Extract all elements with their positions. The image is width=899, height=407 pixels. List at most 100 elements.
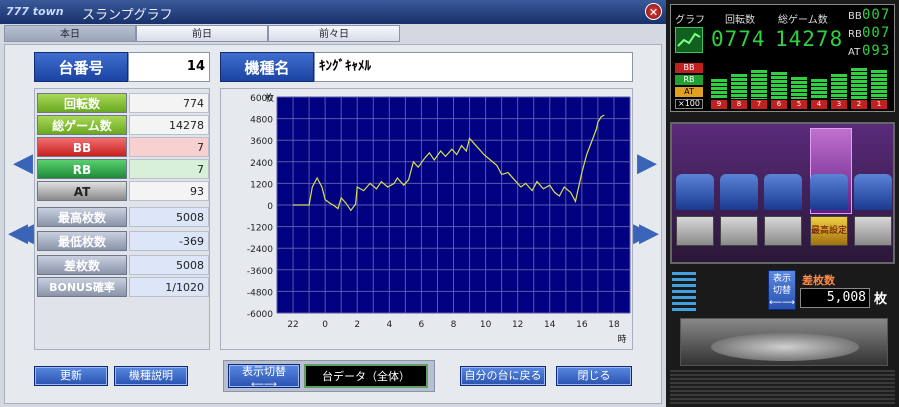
history-bar bbox=[751, 70, 767, 99]
stat-label: 最低枚数 bbox=[37, 231, 127, 251]
stat-value: 774 bbox=[129, 93, 209, 113]
tab-two-days-ago[interactable]: 前々日 bbox=[268, 25, 400, 42]
reel bbox=[854, 174, 892, 210]
x-tick-label: 2 bbox=[354, 320, 360, 330]
speaker-grill bbox=[670, 370, 895, 404]
scale-icon bbox=[672, 272, 696, 312]
slump-graph-window: 777 town スランプグラフ ✕ 本日 前日 前々日 台番号 14 機種名 … bbox=[0, 0, 666, 407]
lamp-panel bbox=[720, 216, 758, 246]
app-logo: 777 town bbox=[6, 5, 64, 18]
machine-model-label: 機種名 bbox=[220, 52, 314, 82]
y-tick-label: 3600 bbox=[250, 137, 273, 147]
x-tick-label: 14 bbox=[544, 320, 556, 330]
title-bar: 777 town スランプグラフ ✕ bbox=[0, 0, 666, 24]
stat-value: -369 bbox=[129, 231, 209, 251]
tab-yesterday[interactable]: 前日 bbox=[136, 25, 268, 42]
update-button[interactable]: 更新 bbox=[34, 366, 108, 386]
machine-model-value: ｷﾝｸﾞｷｬﾒﾙ bbox=[314, 52, 633, 82]
first-arrow-icon[interactable]: ◀◀ bbox=[8, 218, 34, 248]
prev-arrow-icon[interactable]: ◀ bbox=[13, 148, 33, 178]
lamp-panel bbox=[676, 216, 714, 246]
tab-today[interactable]: 本日 bbox=[4, 25, 136, 42]
stat-row-max-coins: 最高枚数 5008 bbox=[37, 207, 209, 227]
history-bar bbox=[851, 68, 867, 99]
history-day-label: 2 bbox=[851, 100, 867, 109]
history-day-label: 9 bbox=[711, 100, 727, 109]
model-info-button[interactable]: 機種説明 bbox=[114, 366, 188, 386]
reel bbox=[810, 174, 848, 210]
next-arrow-icon[interactable]: ▶ bbox=[637, 148, 657, 178]
stat-row-at: AT 93 bbox=[37, 181, 209, 201]
swap-arrow-icon: ⟵⟶ bbox=[251, 380, 277, 390]
y-axis-label: 枚 bbox=[265, 92, 274, 104]
x-tick-label: 18 bbox=[608, 320, 620, 330]
total-games-led: 14278 bbox=[775, 27, 844, 51]
x-tick-label: 16 bbox=[576, 320, 588, 330]
stat-row-bonus-rate: BONUS確率 1/1020 bbox=[37, 277, 209, 297]
machine-number-value: 14 bbox=[128, 52, 210, 82]
history-bar bbox=[731, 73, 747, 99]
history-day-label: 3 bbox=[831, 100, 847, 109]
stat-label: RB bbox=[37, 159, 127, 179]
y-tick-label: 0 bbox=[267, 202, 273, 212]
x-tick-label: 8 bbox=[451, 320, 457, 330]
history-day-label: 6 bbox=[771, 100, 787, 109]
history-bar bbox=[791, 77, 807, 99]
coin-tray bbox=[680, 318, 888, 366]
stat-label: BONUS確率 bbox=[37, 277, 127, 297]
coin-counter: 表示切替 ⟵⟶ 差枚数 5,008 枚 bbox=[670, 266, 895, 316]
x-tick-label: 0 bbox=[322, 320, 328, 330]
x-tick-label: 10 bbox=[480, 320, 492, 330]
data-counter-display: グラフ 回転数 0774 総ゲーム数 14278 BB 007 RB 007 A… bbox=[670, 4, 895, 112]
toggle-display-label: 表示切替 bbox=[242, 365, 286, 378]
bb-led: 007 bbox=[862, 7, 891, 23]
lamp-panel bbox=[764, 216, 802, 246]
slot-machine-view: 最高設定 bbox=[670, 122, 895, 264]
history-bar bbox=[831, 73, 847, 99]
toggle-display-button[interactable]: 表示切替 ⟵⟶ bbox=[228, 364, 300, 390]
stat-label: AT bbox=[37, 181, 127, 201]
at-label: AT bbox=[848, 47, 861, 58]
counter-label: 差枚数 bbox=[802, 274, 835, 287]
stat-label: BB bbox=[37, 137, 127, 157]
x-axis-label: 時 bbox=[617, 334, 626, 345]
y-tick-label: -3600 bbox=[247, 267, 273, 277]
legend-bb: BB bbox=[675, 63, 703, 73]
stat-row-min-coins: 最低枚数 -369 bbox=[37, 231, 209, 251]
history-bars: 987654321 bbox=[709, 61, 891, 109]
history-bar bbox=[811, 79, 827, 99]
stat-value: 5008 bbox=[129, 255, 209, 275]
close-icon[interactable]: ✕ bbox=[645, 3, 662, 20]
legend-rb: RB bbox=[675, 75, 703, 85]
stat-row-bb: BB 7 bbox=[37, 137, 209, 157]
counter-toggle-button[interactable]: 表示切替 ⟵⟶ bbox=[768, 270, 796, 310]
stat-label: 最高枚数 bbox=[37, 207, 127, 227]
stat-value: 7 bbox=[129, 159, 209, 179]
y-tick-label: -2400 bbox=[247, 245, 273, 255]
history-day-label: 5 bbox=[791, 100, 807, 109]
total-games-label: 総ゲーム数 bbox=[778, 15, 828, 26]
stat-value: 14278 bbox=[129, 115, 209, 135]
back-to-my-machine-button[interactable]: 自分の台に戻る bbox=[460, 366, 546, 386]
lamp-panel bbox=[854, 216, 892, 246]
counter-unit: 枚 bbox=[874, 292, 888, 307]
legend-at: AT bbox=[675, 87, 703, 97]
stat-value: 7 bbox=[129, 137, 209, 157]
best-setting-badge: 最高設定 bbox=[810, 216, 848, 246]
y-tick-label: 2400 bbox=[250, 159, 273, 169]
history-bar bbox=[711, 79, 727, 99]
spins-led: 0774 bbox=[711, 27, 766, 51]
y-tick-label: 1200 bbox=[250, 180, 273, 190]
history-bar bbox=[771, 72, 787, 99]
slump-chart-svg: 600048003600240012000-1200-2400-3600-480… bbox=[247, 92, 631, 345]
machine-data-button[interactable]: 台データ（全体） bbox=[304, 364, 428, 388]
close-button[interactable]: 閉じる bbox=[556, 366, 632, 386]
graph-label: グラフ bbox=[675, 15, 705, 26]
stat-value: 1/1020 bbox=[129, 277, 209, 297]
last-arrow-icon[interactable]: ▶▶ bbox=[633, 218, 659, 248]
graph-icon[interactable] bbox=[675, 27, 703, 53]
counter-value: 5,008 bbox=[800, 288, 870, 308]
stat-value: 93 bbox=[129, 181, 209, 201]
x-tick-label: 22 bbox=[287, 320, 298, 330]
counter-toggle-label: 表示切替 bbox=[772, 274, 791, 296]
